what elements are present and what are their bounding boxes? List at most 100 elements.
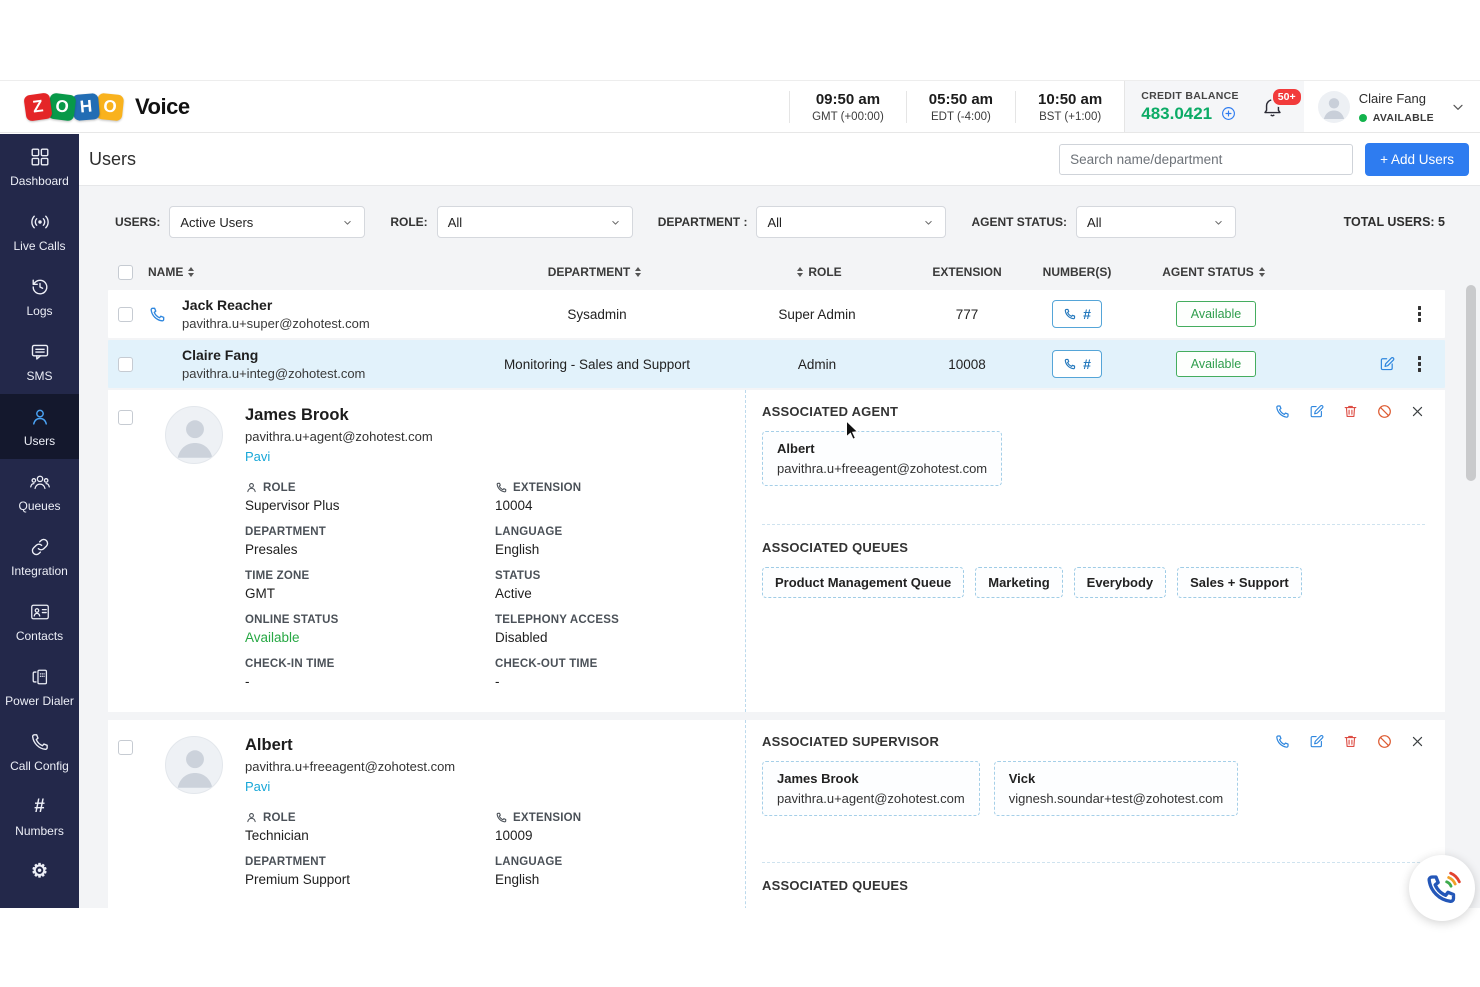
close-icon[interactable]: [1410, 404, 1425, 419]
clock-time: 05:50 am: [929, 91, 993, 108]
users-filter-label: USERS:: [115, 215, 160, 229]
user-menu[interactable]: Claire Fang AVAILABLE: [1304, 90, 1480, 124]
sidebar-item-call-config[interactable]: Call Config: [0, 719, 79, 784]
chevron-down-icon: [609, 216, 622, 229]
clock-zone: EDT (-4:00): [929, 111, 993, 123]
expanded-user-panel-james-brook: James Brook pavithra.u+agent@zohotest.co…: [108, 390, 1445, 712]
divider: [762, 524, 1425, 525]
associated-queues-title: ASSOCIATED QUEUES: [762, 878, 1425, 893]
role-person-icon: [245, 481, 258, 494]
notifications-button[interactable]: 50+: [1261, 95, 1284, 118]
sidebar-item-users[interactable]: Users: [0, 394, 79, 459]
role-filter-dropdown[interactable]: All: [437, 206, 633, 238]
status-dot: [1359, 114, 1367, 122]
numbers-button[interactable]: #: [1052, 350, 1102, 378]
column-header-extension: EXTENSION: [912, 265, 1022, 279]
queue-chip: Product Management Queue: [762, 567, 964, 598]
sidebar-item-numbers[interactable]: # Numbers: [0, 784, 79, 849]
call-phone-icon[interactable]: [1274, 733, 1291, 750]
select-all-checkbox[interactable]: [118, 265, 133, 280]
add-users-button[interactable]: + Add Users: [1365, 143, 1469, 176]
extension-phone-icon: [495, 811, 508, 824]
row-menu-button[interactable]: [1416, 304, 1424, 324]
sidebar-item-power-dialer[interactable]: Power Dialer: [0, 654, 79, 719]
logo-tile-z: Z: [23, 92, 52, 121]
user-email: pavithra.u+super@zohotest.com: [182, 316, 472, 331]
call-phone-icon[interactable]: [148, 305, 182, 324]
column-header-role[interactable]: ROLE: [722, 265, 912, 279]
delete-trash-icon[interactable]: [1342, 733, 1359, 750]
sidebar-item-integration[interactable]: Integration: [0, 524, 79, 589]
add-credit-button[interactable]: [1220, 105, 1237, 122]
live-calls-icon: [29, 211, 51, 233]
users-filter-dropdown[interactable]: Active Users: [169, 206, 365, 238]
field-role: ROLE Technician: [245, 811, 495, 843]
edit-icon[interactable]: [1378, 355, 1396, 373]
associated-queues-title: ASSOCIATED QUEUES: [762, 540, 1425, 555]
clock-gmt: 09:50 am GMT (+00:00): [789, 91, 906, 123]
field-role: ROLE Supervisor Plus: [245, 481, 495, 513]
chevron-down-icon: [341, 216, 354, 229]
sidebar-item-contacts[interactable]: Contacts: [0, 589, 79, 654]
user-department: Sysadmin: [472, 307, 722, 322]
notification-badge: 50+: [1271, 87, 1303, 107]
sort-icon[interactable]: [635, 267, 641, 277]
search-input[interactable]: [1059, 144, 1353, 175]
agent-status-filter-dropdown[interactable]: All: [1076, 206, 1236, 238]
row-checkbox[interactable]: [118, 740, 133, 755]
sidebar-item-settings[interactable]: ⚙: [0, 849, 79, 894]
sort-icon[interactable]: [797, 267, 803, 277]
field-language: LANGUAGE English: [495, 526, 715, 557]
row-checkbox[interactable]: [118, 410, 133, 425]
associated-agent-title: ASSOCIATED AGENT: [762, 404, 898, 419]
sidebar-item-dashboard[interactable]: Dashboard: [0, 134, 79, 199]
block-icon[interactable]: [1376, 403, 1393, 420]
column-header-department[interactable]: DEPARTMENT: [472, 265, 722, 279]
clock-bst: 10:50 am BST (+1:00): [1015, 91, 1124, 123]
chevron-down-icon[interactable]: [1450, 99, 1466, 115]
user-email: pavithra.u+freeagent@zohotest.com: [245, 759, 715, 774]
user-link[interactable]: Pavi: [245, 449, 715, 464]
delete-trash-icon[interactable]: [1342, 403, 1359, 420]
sort-icon[interactable]: [188, 267, 194, 277]
column-header-agent-status[interactable]: AGENT STATUS: [1132, 265, 1300, 279]
sort-icon[interactable]: [1259, 267, 1265, 277]
sidebar-item-sms[interactable]: SMS: [0, 329, 79, 394]
queue-chip: Marketing: [975, 567, 1062, 598]
column-header-name[interactable]: NAME: [148, 265, 472, 279]
sidebar-item-logs[interactable]: Logs: [0, 264, 79, 329]
phone-icon: [1063, 307, 1077, 321]
role-filter-label: ROLE:: [390, 215, 427, 229]
user-link[interactable]: Pavi: [245, 779, 715, 794]
user-status: AVAILABLE: [1373, 112, 1434, 124]
table-header: NAME DEPARTMENT ROLE EXTENSION: [108, 254, 1445, 290]
queues-group-icon: [29, 471, 51, 493]
sidebar-item-queues[interactable]: Queues: [0, 459, 79, 524]
associate-card: Vick vignesh.soundar+test@zohotest.com: [994, 761, 1238, 816]
credit-balance-label: CREDIT BALANCE: [1141, 90, 1239, 102]
user-email: pavithra.u+integ@zohotest.com: [182, 366, 472, 381]
contacts-card-icon: [29, 601, 51, 623]
divider: [762, 862, 1425, 863]
sidebar-item-live-calls[interactable]: Live Calls: [0, 199, 79, 264]
queue-chip: Everybody: [1074, 567, 1166, 598]
call-phone-icon[interactable]: [1274, 403, 1291, 420]
clock-time: 09:50 am: [812, 91, 884, 108]
numbers-button[interactable]: #: [1052, 300, 1102, 328]
hash-icon: #: [1083, 306, 1091, 322]
edit-icon[interactable]: [1308, 403, 1325, 420]
row-checkbox[interactable]: [118, 307, 133, 322]
block-icon[interactable]: [1376, 733, 1393, 750]
row-checkbox[interactable]: [118, 357, 133, 372]
role-person-icon: [245, 811, 258, 824]
edit-icon[interactable]: [1308, 733, 1325, 750]
row-menu-button[interactable]: [1416, 354, 1424, 374]
field-check-in-time: CHECK-IN TIME -: [245, 658, 495, 689]
zdialer-floating-button[interactable]: [1409, 855, 1475, 921]
department-filter-label: DEPARTMENT :: [658, 215, 748, 229]
close-icon[interactable]: [1410, 734, 1425, 749]
user-extension: 777: [912, 307, 1022, 322]
vertical-scrollbar[interactable]: [1466, 285, 1476, 481]
field-status: STATUS Active: [495, 570, 715, 601]
department-filter-dropdown[interactable]: All: [756, 206, 946, 238]
